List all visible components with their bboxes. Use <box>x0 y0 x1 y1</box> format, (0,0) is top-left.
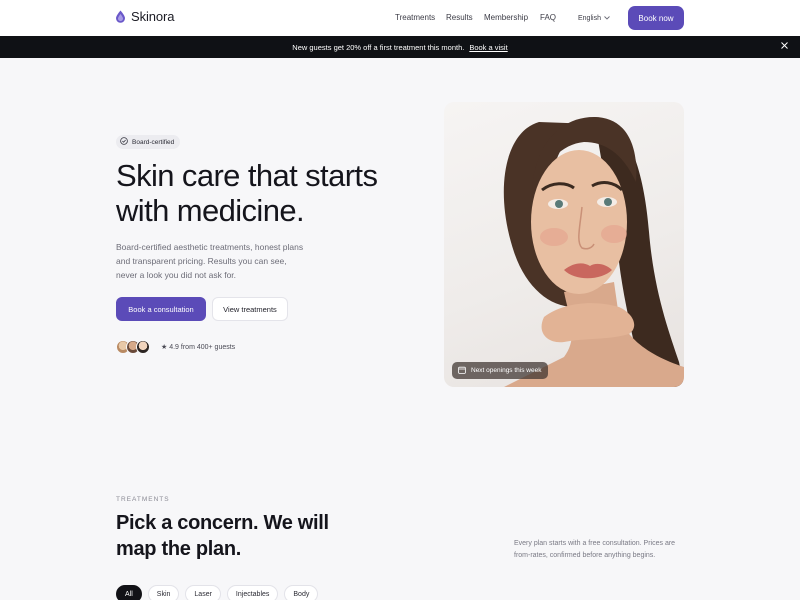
section-eyebrow: TREATMENTS <box>116 496 170 503</box>
announcement-text: New guests get 20% off a first treatment… <box>292 42 465 52</box>
check-circle-icon <box>120 137 128 147</box>
language-label: English <box>578 14 601 22</box>
announcement-bar: New guests get 20% off a first treatment… <box>0 36 800 58</box>
rating-text: ★ 4.9 from 400+ guests <box>161 344 236 351</box>
drop-icon <box>115 10 126 23</box>
hero-image <box>444 102 684 387</box>
filter-laser[interactable]: Laser <box>185 585 221 600</box>
nav-link-treatments[interactable]: Treatments <box>395 13 435 22</box>
announcement-link[interactable]: Book a visit <box>469 43 507 52</box>
treatment-filters: All Skin Laser Injectables Body <box>116 585 319 600</box>
guest-avatars <box>116 340 150 354</box>
nav-link-results[interactable]: Results <box>446 13 473 22</box>
calendar-icon <box>458 366 466 376</box>
book-consultation-button[interactable]: Book a consultation <box>116 297 206 321</box>
filter-all[interactable]: All <box>116 585 142 600</box>
nav-link-membership[interactable]: Membership <box>484 13 528 22</box>
chevron-down-icon <box>604 15 610 22</box>
openings-chip[interactable]: Next openings this week <box>452 362 549 379</box>
view-treatments-button[interactable]: View treatments <box>212 297 288 321</box>
book-now-button[interactable]: Book now <box>628 6 684 30</box>
openings-label: Next openings this week <box>471 367 542 374</box>
filter-skin[interactable]: Skin <box>147 585 180 600</box>
filter-injectables[interactable]: Injectables <box>226 585 279 600</box>
close-icon[interactable] <box>781 42 788 52</box>
section-title: Pick a concern. We will map the plan. <box>116 512 329 560</box>
badge-label: Board-certified <box>132 138 175 146</box>
certified-badge: Board-certified <box>116 135 181 149</box>
hero-title: Skin care that starts with medicine. <box>116 158 378 228</box>
brand-name: Skinora <box>131 9 175 24</box>
nav-link-faq[interactable]: FAQ <box>540 13 556 22</box>
brand-logo[interactable]: Skinora <box>115 9 174 24</box>
language-select[interactable]: English <box>574 10 614 26</box>
hero-subtitle: Board-certified aesthetic treatments, ho… <box>116 242 304 280</box>
filter-body[interactable]: Body <box>284 585 319 600</box>
top-nav: Skinora Treatments Results Membership FA… <box>0 0 800 36</box>
section-description: Every plan starts with a free consultati… <box>514 540 676 559</box>
avatar <box>136 340 150 354</box>
